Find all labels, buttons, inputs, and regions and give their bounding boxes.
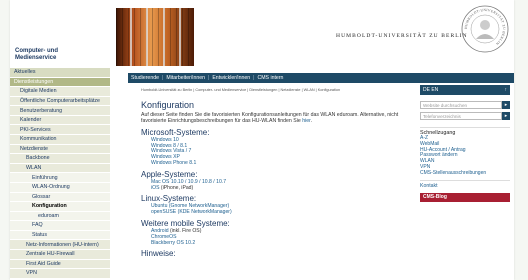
main-content: Konfiguration Auf dieser Seite finden Si… [141,100,409,261]
section-heading: Linux-Systeme: [141,194,197,204]
nav-item[interactable]: Backbone [10,154,110,164]
nav-item[interactable]: Kommunikation [10,135,110,145]
university-name[interactable]: HUMBOLDT-UNIVERSITÄT ZU BERLIN [336,33,468,39]
arrow-up-icon[interactable]: ↑ [505,87,508,93]
nav-item[interactable]: PKI-Services [10,125,110,136]
nav-item[interactable]: Dienstleistungen [10,77,110,88]
nav-item[interactable]: Kalender [10,115,110,126]
nav-item[interactable]: WLAN [10,163,110,174]
nav-item[interactable]: Aktuelles [10,68,110,78]
os-link[interactable]: openSUSE (KDE NetworkManager) [151,209,232,215]
section-links: Android (inkl. Fire OS) ChromeOS Blackberr… [141,228,409,247]
section-links: Windows 10 Windows 8 / 8.1 Windows Vista /… [141,137,409,167]
page: Computer- und Medienservice HUMBOLDT-UNI… [10,0,514,280]
os-link-row: openSUSE (KDE NetworkManager) [141,209,409,216]
brand-line-1: Computer- und [15,48,58,54]
nav-item[interactable]: VPN [10,269,110,279]
nav-item[interactable]: Glossar [10,192,110,203]
os-link-row: Windows Phone 8.1 [141,160,409,167]
header-photo [116,8,194,66]
site-search: Website durchsuchen ▸ [420,101,510,109]
search-submit-icon[interactable]: ▸ [502,101,510,109]
cms-blog-link[interactable]: CMS-Blog [420,192,510,202]
nav-item[interactable]: Status [10,230,110,241]
nav-item[interactable]: Einführung [10,173,110,183]
nav-item[interactable]: eduroam [10,211,110,222]
university-seal-logo[interactable]: HUMBOLDT-UNIVERSITÄT ZU BERLIN [461,5,509,53]
lang-de[interactable]: DE [423,87,430,93]
os-link-row: iOS (iPhone, iPad) [141,184,409,192]
top-menu: Studierende | Mitarbeiter/innen | Entwickler… [128,73,514,83]
search-input[interactable]: Website durchsuchen [420,101,502,109]
top-menu-item[interactable]: CMS intern [254,75,286,81]
section-heading: Weitere mobile Systeme: [141,218,230,228]
directory-input[interactable]: Telefonverzeichnis [420,112,502,120]
intro-text: Auf dieser Seite finden Sie die favorisi… [141,112,399,125]
os-link[interactable]: Windows Phone 8.1 [151,160,196,166]
breadcrumb[interactable]: Humboldt-Universität zu Berlin | Compute… [141,88,340,92]
nav-item[interactable]: Netzdienste [10,144,110,155]
left-navigation: Aktuelles Dienstleistungen Digitale Medien… [10,68,110,279]
brand-line-2: Medienservice [15,54,57,61]
alternative-link[interactable]: hier [302,118,310,124]
contact-link[interactable]: Kontakt [420,179,510,189]
os-link-row: Blackberry OS 10.2 [141,240,409,247]
top-menu-item[interactable]: Mitarbeiter/innen [163,75,208,81]
quick-access: Schnellzugang A-Z WebMail HU-Account / Ant… [420,127,510,177]
lang-en[interactable]: EN [431,87,438,93]
directory-submit-icon[interactable]: ▸ [502,112,510,120]
nav-item[interactable]: First Aid Guide [10,259,110,270]
page-title: Konfiguration [141,100,195,110]
nav-item[interactable]: Öffentliche Computerarbeitsplätze [10,96,110,107]
os-link-note: (iPhone, iPad) [160,184,194,191]
section-links: Ubuntu (Gnome NetworkManager) openSUSE (K… [141,203,409,216]
nav-item[interactable]: Zentrale HU-Firewall [10,249,110,260]
nav-item[interactable]: FAQ [10,221,110,231]
section-links: Mac OS 10.10 / 10.9 / 10.8 / 10.7 iOS (iP… [141,179,409,192]
language-bar: DE EN ↑ [420,85,510,95]
right-sidebar: DE EN ↑ Website durchsuchen ▸ Telefonver… [420,85,510,202]
os-link[interactable]: Blackberry OS 10.2 [151,240,195,246]
quick-access-item[interactable]: CMS-Stellenausschreibungen [420,170,510,177]
os-sections: Microsoft-Systeme: Windows 10 Windows 8 / … [141,128,409,259]
phone-directory: Telefonverzeichnis ▸ [420,112,510,120]
nav-item[interactable]: Netz-Informationen (HU-intern) [10,240,110,250]
section-heading: Microsoft-Systeme: [141,127,210,137]
site-brand[interactable]: Computer- und Medienservice [15,48,58,61]
os-link[interactable]: iOS [151,185,160,191]
nav-item[interactable]: Digitale Medien [10,87,110,97]
nav-item[interactable]: WLAN-Ordnung [10,182,110,193]
section-heading: Apple-Systeme: [141,169,198,179]
top-menu-item[interactable]: Studierende [128,75,162,81]
nav-item[interactable]: Benutzerberatung [10,106,110,116]
top-menu-item[interactable]: Entwickler/innen [209,75,253,81]
nav-item[interactable]: Konfiguration [10,202,110,212]
section-heading: Hinweise: [141,249,176,259]
